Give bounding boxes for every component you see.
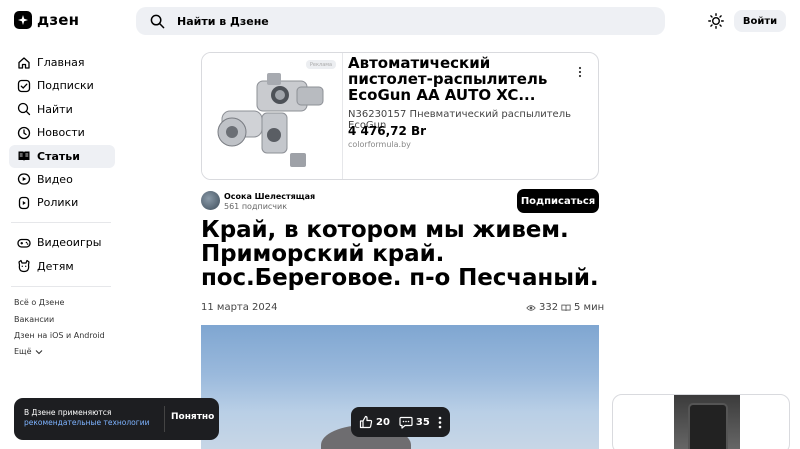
sidebar-divider — [11, 222, 111, 224]
book-icon — [561, 304, 571, 311]
sidebar-item-search[interactable]: Найти — [9, 98, 115, 121]
ad-domain[interactable]: colorformula.by — [348, 140, 411, 149]
read-time: 5 мин — [561, 302, 604, 313]
logo[interactable]: дзен — [14, 11, 79, 29]
footer-link-vacancies[interactable]: Вакансии — [14, 311, 115, 327]
sidebar-item-label: Детям — [37, 259, 74, 273]
cookie-divider — [164, 406, 165, 432]
search-icon — [150, 14, 165, 28]
cookie-notice: В Дзене применяются рекомендательные тех… — [14, 398, 219, 440]
login-button[interactable]: Войти — [734, 10, 786, 32]
gamepad-icon — [17, 238, 31, 248]
ad-card[interactable]: Реклама Автоматический пистолет-распылит… — [201, 52, 599, 180]
footer-link-more[interactable]: Ещё — [14, 344, 115, 360]
cookie-accept-button[interactable]: Понятно — [171, 412, 214, 422]
shorts-icon — [18, 196, 30, 209]
home-icon — [18, 56, 30, 69]
footer-link-about[interactable]: Всё о Дзене — [14, 295, 115, 311]
more-button[interactable] — [438, 416, 442, 429]
cookie-text: В Дзене применяются рекомендательные тех… — [24, 408, 149, 428]
more-vertical-icon — [438, 416, 442, 428]
subscribe-button[interactable]: Подписаться — [517, 189, 599, 213]
avatar[interactable] — [201, 191, 220, 210]
news-icon — [17, 126, 31, 139]
cookie-message: В Дзене применяются — [24, 408, 112, 417]
search-icon — [17, 103, 31, 116]
sidebar-item-articles[interactable]: Статьи — [9, 144, 115, 168]
more-vertical-icon — [578, 66, 582, 78]
spray-gun-illustration — [217, 73, 324, 167]
sidebar-item-label: Видеоигры — [37, 236, 102, 250]
cookie-link[interactable]: рекомендательные технологии — [24, 418, 149, 428]
articles-icon — [18, 151, 30, 162]
sidebar: Главная Подписки Найти Новости Статьи Ви… — [9, 51, 115, 360]
sidebar-item-label: Главная — [37, 56, 85, 69]
sidebar-item-label: Новости — [37, 126, 85, 140]
publish-date: 11 марта 2024 — [201, 302, 278, 313]
sidebar-item-kids[interactable]: Детям — [9, 255, 115, 278]
sidebar-item-label: Подписки — [37, 79, 94, 93]
sidebar-item-subscriptions[interactable]: Подписки — [9, 74, 115, 97]
sidebar-item-video[interactable]: Видео — [9, 168, 115, 191]
subscriptions-icon — [17, 79, 31, 93]
recommendation-thumbnail — [674, 395, 740, 449]
author-name[interactable]: Осока Шелестящая — [224, 192, 315, 201]
sidebar-item-label: Статьи — [37, 149, 80, 163]
like-button[interactable]: 20 — [359, 415, 390, 429]
footer-link-apps[interactable]: Дзен на iOS и Android — [14, 327, 115, 343]
recommendation-card[interactable] — [612, 394, 790, 449]
kids-icon — [18, 260, 30, 273]
thumbs-up-icon — [359, 415, 373, 429]
likes-count: 20 — [376, 416, 390, 428]
search-bar[interactable] — [136, 7, 665, 35]
sidebar-footer: Всё о Дзене Вакансии Дзен на iOS и Andro… — [9, 295, 115, 360]
ad-product-image: Реклама — [202, 53, 343, 179]
sun-icon — [708, 13, 724, 29]
ad-title[interactable]: Автоматический пистолет-распылитель EcoG… — [348, 55, 573, 103]
logo-text: дзен — [37, 11, 80, 29]
views-count: 332 — [526, 302, 558, 313]
theme-toggle-button[interactable] — [706, 11, 726, 31]
reaction-bar: 20 35 — [351, 407, 450, 437]
ad-more-button[interactable] — [578, 63, 582, 82]
author-subscribers: 561 подписчик — [224, 202, 288, 211]
views-value: 332 — [539, 302, 559, 313]
video-icon — [17, 173, 31, 186]
sidebar-item-shorts[interactable]: Ролики — [9, 191, 115, 214]
sidebar-item-label: Найти — [37, 102, 73, 116]
footer-link-more-label: Ещё — [14, 347, 32, 357]
sidebar-item-home[interactable]: Главная — [9, 51, 115, 74]
sidebar-item-videogames[interactable]: Видеоигры — [9, 231, 115, 254]
logo-icon — [14, 11, 32, 29]
sidebar-divider — [11, 285, 111, 287]
comment-icon — [399, 416, 413, 429]
comments-count: 35 — [415, 416, 430, 428]
sidebar-item-label: Видео — [37, 172, 73, 186]
chevron-down-icon — [35, 349, 42, 355]
ad-price: 4 476,72 Br — [348, 124, 427, 138]
read-time-value: 5 мин — [574, 302, 605, 313]
eye-icon — [526, 304, 536, 311]
comments-button[interactable]: 35 — [399, 416, 430, 429]
sidebar-item-news[interactable]: Новости — [9, 121, 115, 144]
search-input[interactable] — [177, 14, 577, 28]
sidebar-item-label: Ролики — [37, 196, 79, 210]
ad-badge: Реклама — [306, 60, 336, 69]
page-title: Край, в котором мы живем. Приморский кра… — [201, 217, 599, 291]
